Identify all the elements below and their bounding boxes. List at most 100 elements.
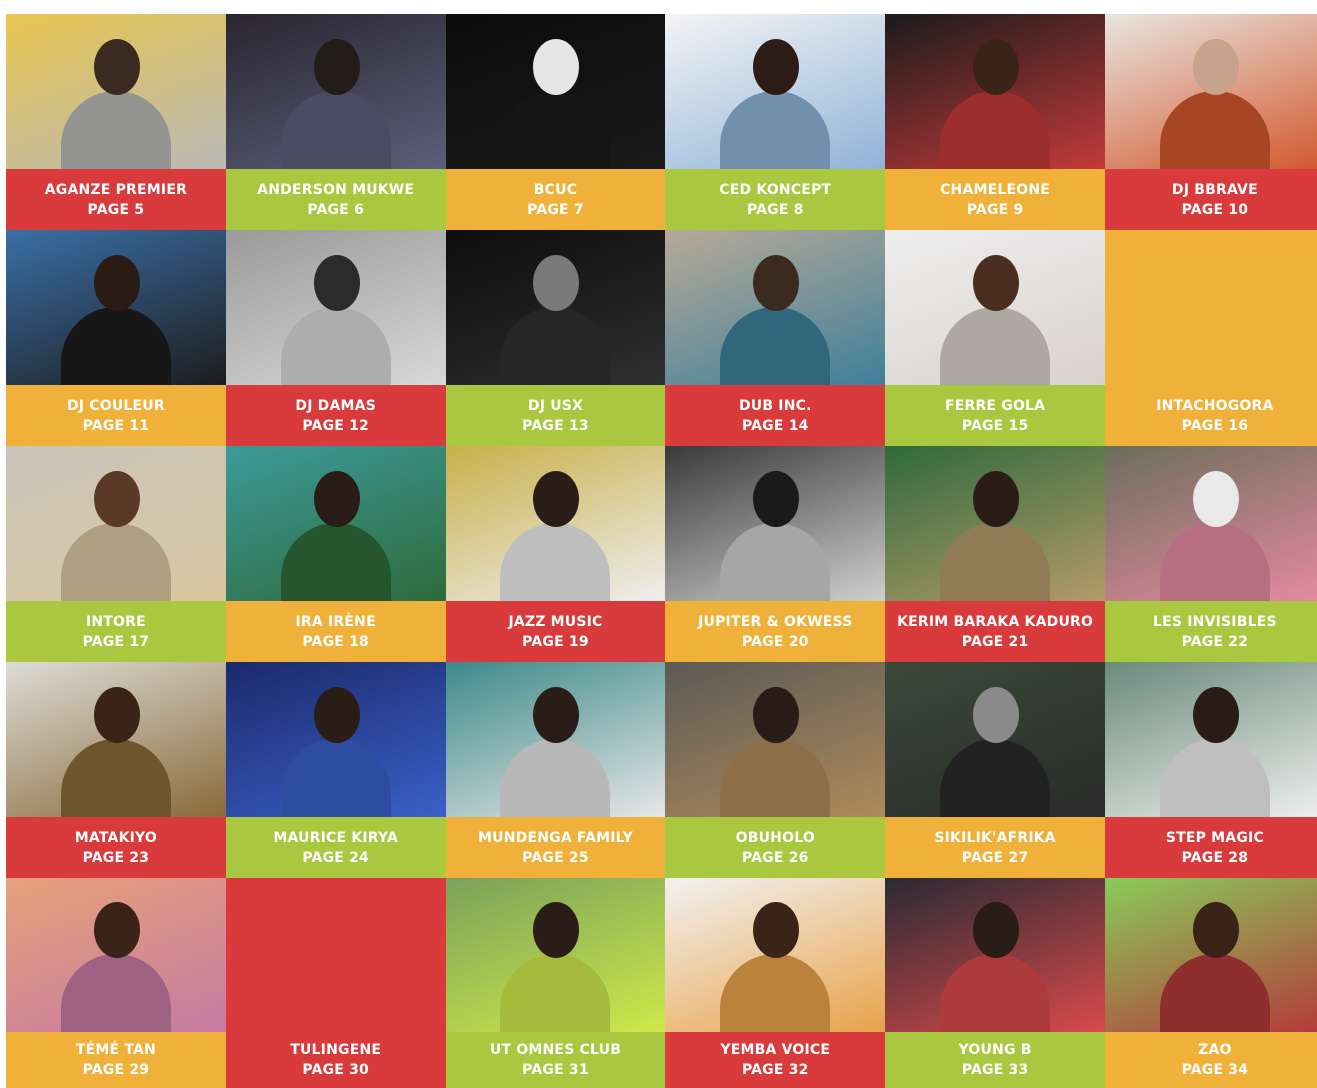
- artist-card[interactable]: MAURICE KIRYA PAGE 24: [225, 662, 446, 878]
- artist-page-number: PAGE 25: [522, 849, 589, 866]
- artist-caption: CHAMELEONE PAGE 9: [885, 169, 1105, 230]
- artist-photo: [6, 230, 226, 385]
- artist-name: MAURICE KIRYA: [273, 829, 399, 846]
- artist-card[interactable]: TULINGENE PAGE 30: [225, 878, 446, 1088]
- artist-caption: INTACHOGORA PAGE 16: [1105, 230, 1317, 446]
- artist-photo: [445, 14, 666, 169]
- artist-photo: [1104, 14, 1317, 169]
- artist-caption: JUPITER & OKWESS PAGE 20: [665, 601, 886, 662]
- artist-name: STEP MAGIC: [1165, 829, 1264, 846]
- artist-caption: MATAKIYO PAGE 23: [6, 817, 226, 878]
- artist-card[interactable]: YEMBA VOICE PAGE 32: [665, 878, 886, 1088]
- artist-name: SIKILIK'AFRIKA: [934, 829, 1056, 846]
- artist-card[interactable]: JAZZ MUSIC PAGE 19: [445, 446, 666, 662]
- artist-name: AGANZE PREMIER: [44, 181, 188, 198]
- artist-page-number: PAGE 26: [741, 849, 809, 866]
- artist-name: IRA IRÈNE: [295, 613, 376, 630]
- artist-page-number: PAGE 13: [522, 417, 589, 434]
- artist-photo: [225, 446, 446, 601]
- artist-card[interactable]: DJ DAMAS PAGE 12: [225, 230, 446, 446]
- artist-name: CED KONCEPT: [719, 181, 832, 198]
- artist-caption: DUB INC. PAGE 14: [665, 385, 886, 446]
- artist-card[interactable]: JUPITER & OKWESS PAGE 20: [665, 446, 886, 662]
- artist-card[interactable]: AGANZE PREMIER PAGE 5: [6, 14, 226, 230]
- artist-photo: [885, 14, 1105, 169]
- artist-caption: DJ BBRAVE PAGE 10: [1104, 169, 1317, 230]
- artist-photo: [665, 446, 886, 601]
- artist-card[interactable]: MATAKIYO PAGE 23: [6, 662, 226, 878]
- artist-caption: CED KONCEPT PAGE 8: [665, 169, 886, 230]
- artist-card[interactable]: INTORE PAGE 17: [6, 446, 226, 662]
- artist-card[interactable]: OBUHOLO PAGE 26: [665, 662, 886, 878]
- artist-photo: [1104, 446, 1317, 601]
- artist-page-number: PAGE 9: [966, 201, 1024, 218]
- artist-name: CHAMELEONE: [940, 181, 1051, 198]
- artist-page-number: PAGE 12: [302, 417, 369, 434]
- artist-name: BCUC: [533, 181, 578, 198]
- artist-page-number: PAGE 28: [1181, 849, 1249, 866]
- artist-page-number: PAGE 19: [522, 633, 589, 650]
- artist-card[interactable]: YOUNG B PAGE 33: [885, 878, 1105, 1088]
- artist-caption: YEMBA VOICE PAGE 32: [665, 1032, 886, 1088]
- artist-card[interactable]: ANDERSON MUKWE PAGE 6: [225, 14, 446, 230]
- artist-page-number: PAGE 16: [1181, 417, 1249, 434]
- artist-card[interactable]: CHAMELEONE PAGE 9: [885, 14, 1105, 230]
- artist-name: INTORE: [85, 613, 146, 630]
- artist-page-number: PAGE 31: [522, 1062, 589, 1078]
- artist-photo: [6, 446, 226, 601]
- artist-photo: [445, 662, 666, 817]
- artist-caption: ANDERSON MUKWE PAGE 6: [225, 169, 446, 230]
- artist-photo: [6, 14, 226, 169]
- artist-name: DUB INC.: [738, 397, 812, 414]
- artist-photo: [445, 446, 666, 601]
- artist-card[interactable]: FERRE GOLA PAGE 15: [885, 230, 1105, 446]
- artist-photo: [6, 878, 226, 1032]
- artist-caption: DJ COULEUR PAGE 11: [6, 385, 226, 446]
- artist-card[interactable]: UT OMNES CLUB PAGE 31: [445, 878, 666, 1088]
- artist-page-number: PAGE 18: [302, 633, 369, 650]
- artist-photo: [1104, 878, 1317, 1032]
- artist-page-number: PAGE 29: [82, 1062, 150, 1078]
- artist-card[interactable]: IRA IRÈNE PAGE 18: [225, 446, 446, 662]
- artist-photo: [1104, 662, 1317, 817]
- artist-photo: [6, 662, 226, 817]
- artist-card[interactable]: LES INVISIBLES PAGE 22: [1104, 446, 1317, 662]
- artist-photo: [665, 662, 886, 817]
- artist-grid: AGANZE PREMIER PAGE 5 ANDERSON MUKWE PAGE 6…: [6, 14, 1317, 1088]
- artist-caption: AGANZE PREMIER PAGE 5: [6, 169, 226, 230]
- artist-photo: [225, 662, 446, 817]
- artist-card[interactable]: MUNDENGA FAMILY PAGE 25: [445, 662, 666, 878]
- artist-page-number: PAGE 32: [741, 1062, 809, 1078]
- artist-photo: [885, 230, 1105, 385]
- artist-name: YOUNG B: [958, 1042, 1032, 1058]
- artist-card[interactable]: DJ BBRAVE PAGE 10: [1104, 14, 1317, 230]
- artist-card[interactable]: DUB INC. PAGE 14: [665, 230, 886, 446]
- artist-card[interactable]: DJ USX PAGE 13: [445, 230, 666, 446]
- artist-card[interactable]: INTACHOGORA PAGE 16: [1104, 230, 1317, 446]
- artist-caption: TÉMÉ TAN PAGE 29: [6, 1032, 226, 1088]
- artist-page-number: PAGE 21: [961, 633, 1029, 650]
- artist-card[interactable]: SIKILIK'AFRIKA PAGE 27: [885, 662, 1105, 878]
- artist-name: DJ USX: [527, 397, 584, 414]
- artist-caption: STEP MAGIC PAGE 28: [1104, 817, 1317, 878]
- artist-page-number: PAGE 6: [307, 201, 365, 218]
- artist-page-number: PAGE 30: [302, 1062, 369, 1078]
- artist-name: DJ COULEUR: [66, 397, 165, 414]
- artist-card[interactable]: CED KONCEPT PAGE 8: [665, 14, 886, 230]
- artist-caption: IRA IRÈNE PAGE 18: [225, 601, 446, 662]
- artist-card[interactable]: TÉMÉ TAN PAGE 29: [6, 878, 226, 1088]
- artist-card[interactable]: DJ COULEUR PAGE 11: [6, 230, 226, 446]
- artist-card[interactable]: BCUC PAGE 7: [445, 14, 666, 230]
- artist-card[interactable]: STEP MAGIC PAGE 28: [1104, 662, 1317, 878]
- artist-photo: [885, 662, 1105, 817]
- artist-name: INTACHOGORA: [1156, 397, 1274, 414]
- artist-card[interactable]: KERIM BARAKA KADURO PAGE 21: [885, 446, 1105, 662]
- artist-card[interactable]: ZAO PAGE 34: [1104, 878, 1317, 1088]
- artist-name: MUNDENGA FAMILY: [478, 829, 633, 846]
- artist-caption: DJ DAMAS PAGE 12: [225, 385, 446, 446]
- artist-caption: LES INVISIBLES PAGE 22: [1104, 601, 1317, 662]
- artist-caption: DJ USX PAGE 13: [445, 385, 666, 446]
- artist-name: FERRE GOLA: [944, 397, 1046, 414]
- artist-caption: BCUC PAGE 7: [445, 169, 666, 230]
- artist-page-number: PAGE 10: [1181, 201, 1249, 218]
